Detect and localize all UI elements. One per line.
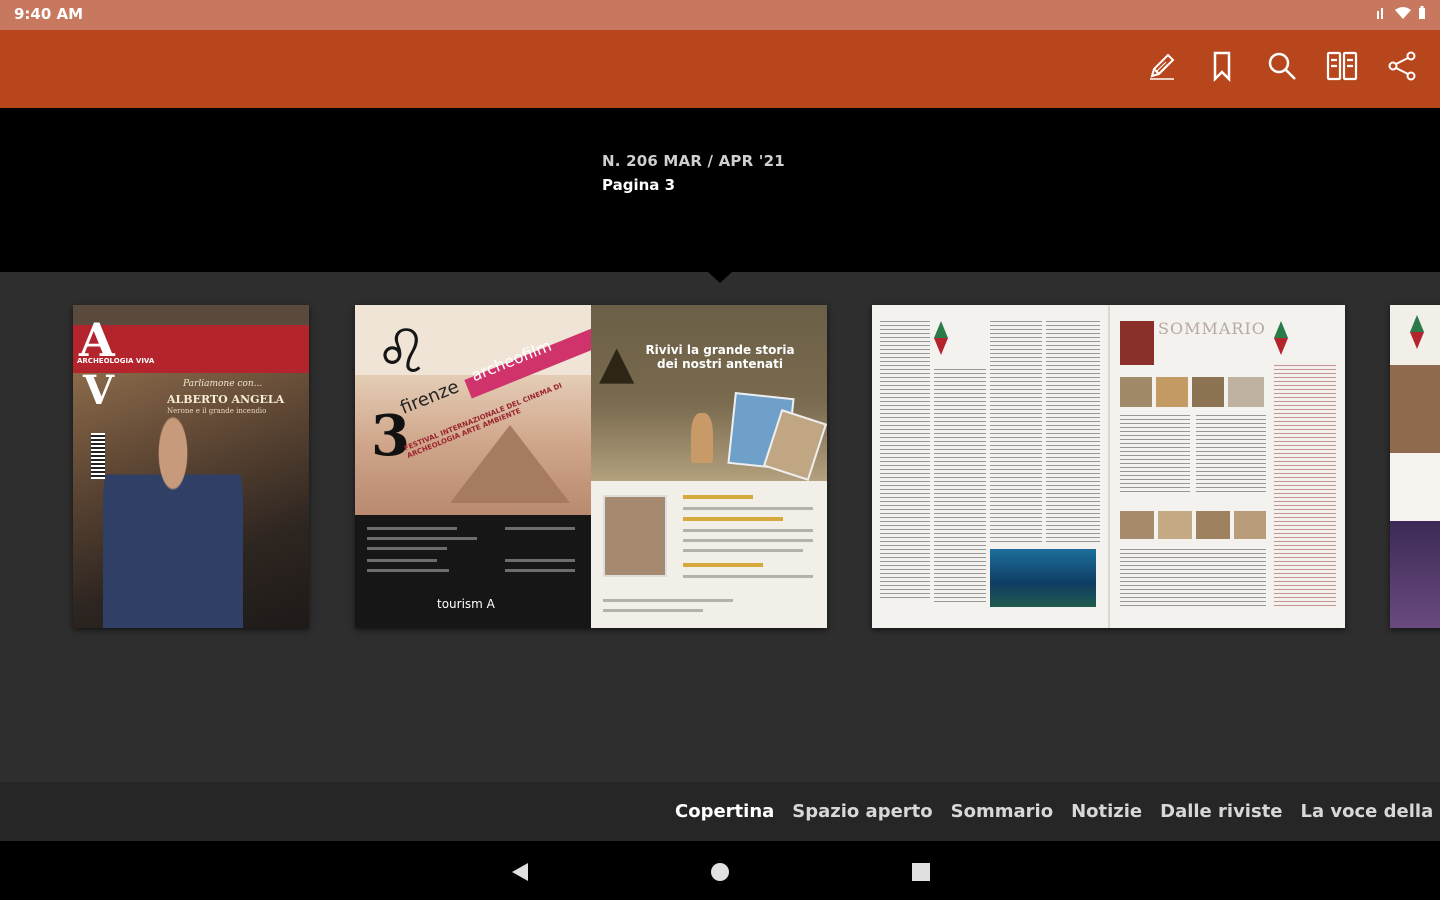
status-bar: 9:40 AM (0, 0, 1440, 30)
current-page: Pagina 3 (602, 176, 676, 194)
cat-statue-image (691, 413, 713, 463)
chapter-la-voce-della-storia[interactable]: La voce della storia. (1301, 801, 1440, 822)
back-icon (508, 863, 532, 888)
system-navigation-bar (0, 841, 1440, 900)
issue-info-panel: N. 206 MAR / APR '21 Pagina 3 (0, 108, 1440, 272)
edition-number: 3 (371, 403, 410, 469)
cover-subtitle: Nerone e il grande incendio (167, 407, 267, 415)
app-bar-actions (1144, 50, 1420, 86)
chapter-bar: Copertina Spazio aperto Sommario Notizie… (0, 782, 1440, 841)
back-button[interactable] (508, 860, 532, 884)
app-bar (0, 30, 1440, 108)
annotate-button[interactable] (1144, 50, 1180, 86)
signal-icon (1376, 6, 1388, 24)
two-page-view-icon (1325, 50, 1359, 86)
search-button[interactable] (1264, 50, 1300, 86)
chapter-copertina[interactable]: Copertina (675, 801, 774, 822)
home-button[interactable] (708, 860, 732, 884)
spread1-right-page: ▲ Rivivi la grande storia dei nostri ant… (591, 305, 827, 628)
subscription-ad-image (603, 495, 667, 577)
bookmark-button[interactable] (1204, 50, 1240, 86)
underwater-photo (990, 549, 1096, 607)
sponsor-logo: tourism A (437, 597, 495, 611)
thumbnail-spread-1[interactable]: ♌ archeofilm firenze 3 FESTIVAL INTERNAZ… (355, 305, 827, 628)
chapter-spazio-aperto[interactable]: Spazio aperto (792, 801, 932, 822)
share-icon (1386, 50, 1418, 86)
system-icons (1376, 6, 1426, 24)
issue-number: N. 206 MAR / APR '21 (602, 152, 785, 170)
cover-logo-v: V (83, 367, 115, 414)
ad-headline: Rivivi la grande storia dei nostri anten… (645, 343, 795, 371)
magazine-emblem-icon-2 (1274, 321, 1288, 355)
cover-person-name: ALBERTO ANGELA (167, 393, 285, 406)
home-icon (708, 863, 732, 888)
page-thumbnail-strip[interactable]: A ARCHEOLOGIA VIVA V Parliamone con... A… (0, 271, 1440, 782)
pyramid-image (450, 425, 570, 503)
search-icon (1266, 50, 1298, 86)
share-button[interactable] (1384, 50, 1420, 86)
chapter-sommario[interactable]: Sommario (951, 801, 1053, 822)
cover-magazine-name: ARCHEOLOGIA VIVA (77, 357, 155, 365)
bookmark-icon (1208, 50, 1236, 86)
status-time: 9:40 AM (14, 5, 84, 23)
contents-photo (1120, 321, 1154, 365)
spread1-left-page: ♌ archeofilm firenze 3 FESTIVAL INTERNAZ… (355, 305, 602, 628)
cover-barcode (91, 433, 105, 479)
subscription-ad (591, 481, 827, 628)
table-of-contents-title: SOMMARIO (1158, 319, 1266, 338)
current-page-pointer (707, 271, 733, 283)
lion-logo-icon: ♌ (375, 317, 429, 387)
magazine-emblem-icon (934, 321, 948, 355)
thumbnail-next-partial[interactable] (1390, 305, 1440, 628)
recents-icon (909, 863, 933, 888)
cover-photo-person (103, 415, 243, 628)
pencil-icon (1146, 50, 1178, 86)
battery-icon (1418, 6, 1426, 24)
recents-button[interactable] (909, 860, 933, 884)
thumbnail-cover[interactable]: A ARCHEOLOGIA VIVA V Parliamone con... A… (73, 305, 309, 628)
chapter-list: Copertina Spazio aperto Sommario Notizie… (675, 801, 1440, 822)
chapter-notizie[interactable]: Notizie (1071, 801, 1142, 822)
page-view-button[interactable] (1324, 50, 1360, 86)
sphinx-image: ▲ (599, 335, 635, 389)
thumbnail-spread-2[interactable]: SOMMARIO (872, 305, 1345, 628)
spread1-info-block: tourism A (355, 515, 591, 628)
cover-tagline: Parliamone con... (183, 379, 263, 389)
wifi-icon (1394, 6, 1412, 24)
chapter-dalle-riviste[interactable]: Dalle riviste (1160, 801, 1282, 822)
